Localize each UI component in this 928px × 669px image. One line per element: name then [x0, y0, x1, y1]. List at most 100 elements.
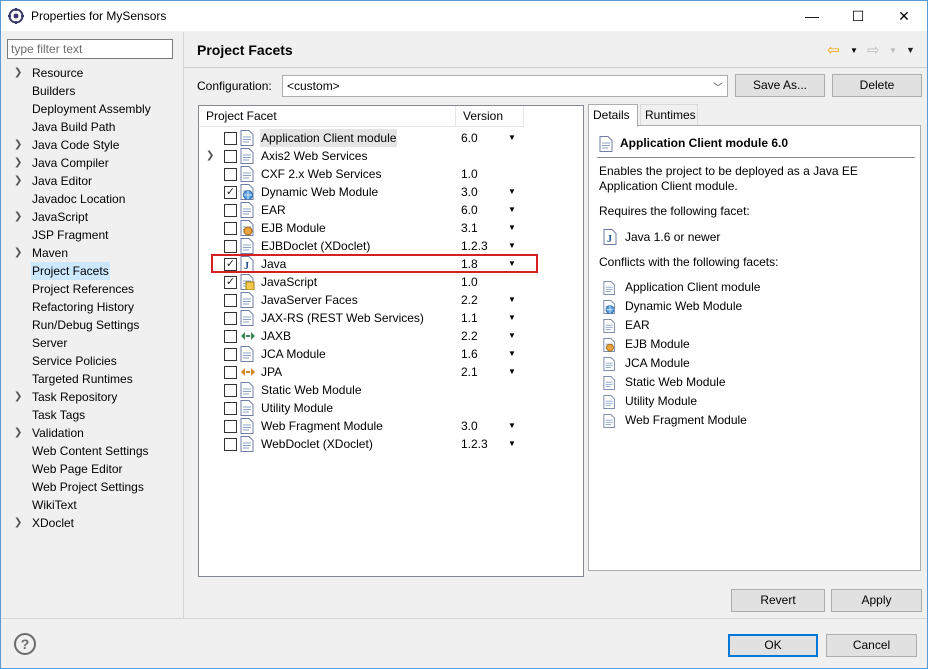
facet-version[interactable]: 2.1	[461, 363, 478, 381]
forward-arrow-icon[interactable]: ⇨	[867, 41, 880, 59]
apply-button[interactable]: Apply	[831, 589, 922, 612]
minimize-button[interactable]: —	[789, 1, 835, 31]
nav-item-java-build-path[interactable]: Java Build Path	[1, 118, 183, 136]
nav-item-javadoc-location[interactable]: Javadoc Location	[1, 190, 183, 208]
back-arrow-icon[interactable]: ⇦	[827, 41, 840, 59]
facet-checkbox[interactable]	[224, 294, 237, 307]
tab-details[interactable]: Details	[588, 104, 638, 127]
table-row[interactable]: Utility Module	[199, 399, 583, 417]
back-dropdown-icon[interactable]: ▼	[850, 46, 858, 55]
chevron-right-icon[interactable]: ❯	[14, 514, 22, 532]
filter-input[interactable]	[7, 39, 173, 59]
nav-item-refactoring-history[interactable]: Refactoring History	[1, 298, 183, 316]
nav-item-javascript[interactable]: ❯ JavaScript	[1, 208, 183, 226]
facet-checkbox[interactable]	[224, 132, 237, 145]
table-row[interactable]: JavaServer Faces 2.2 ▼	[199, 291, 583, 309]
facet-checkbox[interactable]	[224, 402, 237, 415]
view-menu-icon[interactable]: ▼	[906, 45, 915, 55]
version-dropdown-icon[interactable]: ▼	[508, 237, 516, 255]
nav-item-deployment-assembly[interactable]: Deployment Assembly	[1, 100, 183, 118]
facet-version[interactable]: 6.0	[461, 201, 478, 219]
version-dropdown-icon[interactable]: ▼	[508, 327, 516, 345]
configuration-combo[interactable]: <custom> ﹀	[282, 75, 728, 97]
nav-item-java-code-style[interactable]: ❯ Java Code Style	[1, 136, 183, 154]
nav-item-validation[interactable]: ❯ Validation	[1, 424, 183, 442]
table-row[interactable]: Static Web Module	[199, 381, 583, 399]
facet-checkbox[interactable]	[224, 150, 237, 163]
nav-item-project-facets[interactable]: Project Facets	[1, 262, 183, 280]
version-dropdown-icon[interactable]: ▼	[508, 129, 516, 147]
nav-item-task-repository[interactable]: ❯ Task Repository	[1, 388, 183, 406]
chevron-right-icon[interactable]: ❯	[14, 244, 22, 262]
facet-version[interactable]: 1.2.3	[461, 237, 488, 255]
table-row[interactable]: EJBDoclet (XDoclet) 1.2.3 ▼	[199, 237, 583, 255]
close-button[interactable]: ✕	[881, 1, 927, 31]
table-row[interactable]: JAX-RS (REST Web Services) 1.1 ▼	[199, 309, 583, 327]
facet-checkbox[interactable]	[224, 204, 237, 217]
nav-item-xdoclet[interactable]: ❯ XDoclet	[1, 514, 183, 532]
table-row[interactable]: JAXB 2.2 ▼	[199, 327, 583, 345]
table-row[interactable]: Web Fragment Module 3.0 ▼	[199, 417, 583, 435]
facet-version[interactable]: 1.1	[461, 309, 478, 327]
nav-item-run-debug-settings[interactable]: Run/Debug Settings	[1, 316, 183, 334]
version-dropdown-icon[interactable]: ▼	[508, 363, 516, 381]
table-row[interactable]: CXF 2.x Web Services 1.0	[199, 165, 583, 183]
facet-checkbox[interactable]	[224, 168, 237, 181]
chevron-right-icon[interactable]: ❯	[14, 424, 22, 442]
facet-checkbox[interactable]	[224, 348, 237, 361]
revert-button[interactable]: Revert	[731, 589, 825, 612]
table-row[interactable]: EAR 6.0 ▼	[199, 201, 583, 219]
nav-item-jsp-fragment[interactable]: JSP Fragment	[1, 226, 183, 244]
chevron-right-icon[interactable]: ❯	[206, 147, 214, 165]
version-dropdown-icon[interactable]: ▼	[508, 435, 516, 453]
version-dropdown-icon[interactable]: ▼	[508, 219, 516, 237]
chevron-right-icon[interactable]: ❯	[14, 388, 22, 406]
facet-checkbox[interactable]	[224, 312, 237, 325]
facet-checkbox[interactable]	[224, 330, 237, 343]
table-row[interactable]: ✓ JavaScript 1.0	[199, 273, 583, 291]
nav-item-task-tags[interactable]: Task Tags	[1, 406, 183, 424]
nav-item-builders[interactable]: Builders	[1, 82, 183, 100]
nav-item-project-references[interactable]: Project References	[1, 280, 183, 298]
sash-divider[interactable]	[183, 32, 184, 618]
maximize-button[interactable]: ☐	[835, 1, 881, 31]
nav-item-java-editor[interactable]: ❯ Java Editor	[1, 172, 183, 190]
chevron-right-icon[interactable]: ❯	[14, 64, 22, 82]
nav-item-service-policies[interactable]: Service Policies	[1, 352, 183, 370]
version-dropdown-icon[interactable]: ▼	[508, 291, 516, 309]
table-row[interactable]: ✓ Dynamic Web Module 3.0 ▼	[199, 183, 583, 201]
version-dropdown-icon[interactable]: ▼	[508, 183, 516, 201]
cancel-button[interactable]: Cancel	[826, 634, 917, 657]
facet-checkbox[interactable]: ✓	[224, 186, 237, 199]
facet-version[interactable]: 6.0	[461, 129, 478, 147]
version-dropdown-icon[interactable]: ▼	[508, 201, 516, 219]
facet-version[interactable]: 2.2	[461, 291, 478, 309]
table-row[interactable]: EJB Module 3.1 ▼	[199, 219, 583, 237]
forward-dropdown-icon[interactable]: ▼	[889, 46, 897, 55]
nav-item-maven[interactable]: ❯ Maven	[1, 244, 183, 262]
table-row[interactable]: JCA Module 1.6 ▼	[199, 345, 583, 363]
facet-checkbox[interactable]	[224, 420, 237, 433]
facet-checkbox[interactable]	[224, 366, 237, 379]
table-row[interactable]: JPA 2.1 ▼	[199, 363, 583, 381]
facet-version[interactable]: 3.0	[461, 417, 478, 435]
delete-button[interactable]: Delete	[832, 74, 922, 97]
chevron-right-icon[interactable]: ❯	[14, 136, 22, 154]
version-dropdown-icon[interactable]: ▼	[508, 417, 516, 435]
facet-version[interactable]: 3.1	[461, 219, 478, 237]
nav-item-web-project-settings[interactable]: Web Project Settings	[1, 478, 183, 496]
table-row[interactable]: ❯ Axis2 Web Services	[199, 147, 583, 165]
version-dropdown-icon[interactable]: ▼	[508, 309, 516, 327]
column-header-version[interactable]: Version	[456, 106, 524, 127]
nav-item-java-compiler[interactable]: ❯ Java Compiler	[1, 154, 183, 172]
facet-version[interactable]: 3.0	[461, 183, 478, 201]
facet-version[interactable]: 1.2.3	[461, 435, 488, 453]
nav-item-targeted-runtimes[interactable]: Targeted Runtimes	[1, 370, 183, 388]
help-icon[interactable]: ?	[14, 633, 36, 655]
version-dropdown-icon[interactable]: ▼	[508, 345, 516, 363]
nav-item-resource[interactable]: ❯ Resource	[1, 64, 183, 82]
ok-button[interactable]: OK	[728, 634, 818, 657]
chevron-right-icon[interactable]: ❯	[14, 172, 22, 190]
facet-version[interactable]: 2.2	[461, 327, 478, 345]
nav-item-server[interactable]: Server	[1, 334, 183, 352]
